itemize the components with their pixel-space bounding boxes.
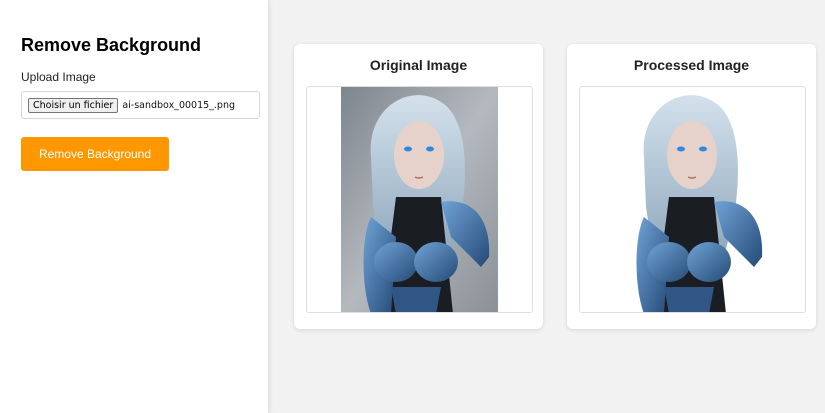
page-title: Remove Background <box>21 35 202 55</box>
original-image-title: Original Image <box>369 57 468 73</box>
upload-label: Upload Image <box>21 70 96 84</box>
sidebar: Remove Background Upload Image Choisir u… <box>0 0 268 413</box>
original-image-frame <box>306 86 533 313</box>
original-image-card: Original Image <box>294 44 543 329</box>
processed-image-frame <box>579 86 806 313</box>
processed-image-card: Processed Image <box>567 44 816 329</box>
remove-background-button[interactable]: Remove Background <box>21 137 169 171</box>
processed-image <box>636 95 763 312</box>
portrait-figure-cutout <box>636 95 763 312</box>
processed-image-title: Processed Image <box>633 57 750 73</box>
file-input[interactable]: Choisir un fichier ai-sandbox_00015_.png <box>21 91 260 119</box>
choose-file-button[interactable]: Choisir un fichier <box>28 97 119 113</box>
original-image <box>341 87 498 312</box>
selected-file-name: ai-sandbox_00015_.png <box>122 99 236 111</box>
